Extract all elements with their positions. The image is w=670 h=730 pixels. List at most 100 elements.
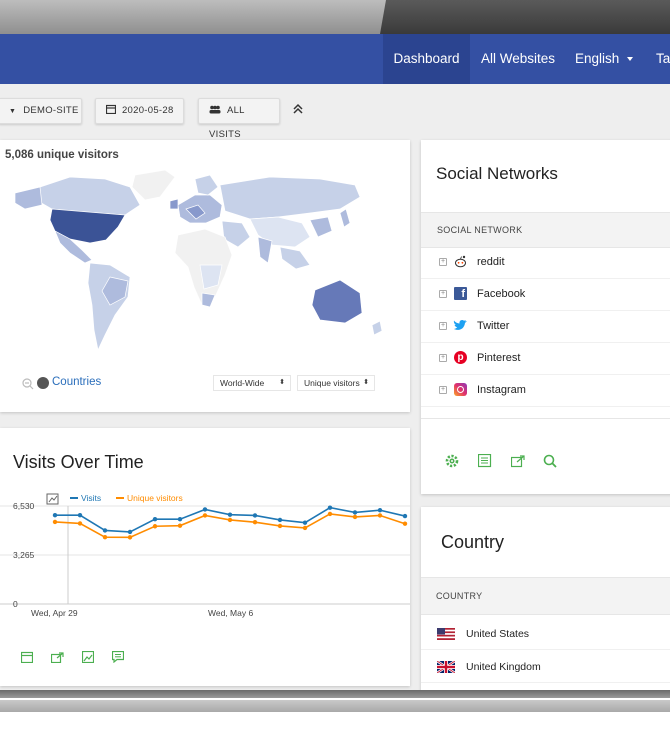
- y-tick-label: 3,265: [13, 550, 35, 560]
- x-tick-label: Wed, Apr 29: [31, 608, 78, 618]
- annotation-icon[interactable]: [111, 650, 125, 668]
- data-point[interactable]: [227, 517, 233, 523]
- data-point[interactable]: [102, 528, 108, 533]
- data-point[interactable]: [202, 513, 208, 518]
- laptop-bezel-top: [0, 0, 670, 34]
- chart-type-icon-line: [48, 495, 58, 503]
- site-selector[interactable]: ▼ DEMO-SITE: [0, 98, 82, 124]
- data-point[interactable]: [277, 517, 283, 523]
- map-headline: 5,086 unique visitors: [5, 149, 119, 161]
- countries-link[interactable]: Countries: [52, 376, 101, 388]
- data-point[interactable]: [302, 520, 308, 525]
- table-header: SOCIAL NETWORK: [421, 212, 670, 248]
- data-point[interactable]: [77, 521, 83, 526]
- nav-all-websites[interactable]: All Websites: [481, 34, 555, 84]
- expand-icon[interactable]: +: [439, 258, 447, 266]
- expand-icon[interactable]: +: [439, 386, 447, 394]
- legend-label[interactable]: Unique visitors: [127, 493, 183, 503]
- table-row[interactable]: United States: [421, 617, 670, 650]
- settings-icon[interactable]: [445, 454, 459, 473]
- caret-down-icon: [627, 57, 634, 62]
- data-point[interactable]: [177, 523, 183, 528]
- data-point[interactable]: [202, 507, 208, 512]
- x-tick-label: Wed, May 6: [208, 608, 253, 618]
- widget-title: Country: [441, 532, 505, 552]
- data-point[interactable]: [77, 512, 83, 518]
- data-point[interactable]: [252, 520, 258, 525]
- image-icon[interactable]: [81, 650, 95, 668]
- screen: Dashboard All Websites English Ta ▼ DEMO…: [0, 0, 670, 730]
- collapse-icon[interactable]: [292, 102, 304, 116]
- data-point[interactable]: [277, 523, 283, 529]
- reddit-icon: [454, 255, 467, 268]
- data-point[interactable]: [302, 525, 308, 531]
- export-icon[interactable]: [510, 454, 525, 473]
- data-point[interactable]: [352, 510, 358, 515]
- data-point[interactable]: [102, 535, 108, 540]
- data-point[interactable]: [377, 508, 383, 513]
- table-view-icon[interactable]: [477, 453, 492, 473]
- top-navbar: Dashboard All Websites English Ta: [0, 34, 670, 84]
- data-point[interactable]: [352, 514, 358, 520]
- data-point[interactable]: [152, 517, 158, 522]
- calendar-icon[interactable]: [20, 650, 34, 668]
- laptop-bezel-bottom: [0, 690, 670, 730]
- data-point[interactable]: [152, 524, 158, 529]
- data-point[interactable]: [327, 505, 333, 510]
- world-map[interactable]: [10, 165, 410, 375]
- table-row[interactable]: + Instagram: [421, 375, 670, 407]
- visits-over-time-widget: Visits Over Time 6,530 3,265 0 Wed, Apr 29 W…: [0, 428, 410, 686]
- calendar-icon: [105, 104, 117, 115]
- column-header: SOCIAL NETWORK: [437, 225, 523, 235]
- social-networks-widget: Social Networks SOCIAL NETWORK + reddit …: [421, 140, 670, 494]
- table-row[interactable]: United Kingdom: [421, 650, 670, 683]
- data-point[interactable]: [52, 519, 58, 525]
- series-line-1: [54, 513, 406, 539]
- legend-label[interactable]: Visits: [81, 493, 101, 503]
- data-point[interactable]: [177, 517, 183, 522]
- users-icon: [209, 105, 221, 114]
- region-select[interactable]: World-Wide ⬍: [213, 375, 291, 391]
- country-widget: Country COUNTRY United States United Kin…: [421, 507, 670, 697]
- sort-arrows-icon: ⬍: [363, 379, 369, 386]
- nav-language[interactable]: English: [575, 34, 634, 84]
- data-point[interactable]: [127, 535, 133, 540]
- data-point[interactable]: [402, 513, 408, 519]
- caret-down-icon: ▼: [9, 108, 17, 115]
- column-header: COUNTRY: [436, 591, 483, 601]
- data-point[interactable]: [327, 511, 333, 517]
- chart-legend: Visits Unique visitors: [46, 493, 183, 505]
- metric-select[interactable]: Unique visitors ⬍: [297, 375, 375, 391]
- nav-dashboard[interactable]: Dashboard: [383, 34, 470, 84]
- us-flag-icon: [437, 627, 455, 640]
- export-icon[interactable]: [50, 650, 64, 668]
- globe-icon: [37, 377, 49, 389]
- date-selector[interactable]: 2020-05-28: [95, 98, 184, 124]
- search-icon[interactable]: [543, 454, 557, 473]
- data-point[interactable]: [127, 529, 133, 535]
- segment-selector[interactable]: ALL VISITS: [198, 98, 280, 140]
- sort-arrows-icon: ⬍: [279, 379, 285, 386]
- data-point[interactable]: [227, 512, 233, 517]
- table-row[interactable]: + Twitter: [421, 311, 670, 343]
- table-header: COUNTRY: [421, 577, 670, 615]
- expand-icon[interactable]: +: [439, 290, 447, 298]
- data-point[interactable]: [252, 513, 258, 518]
- data-point[interactable]: [52, 512, 58, 518]
- widget-title: Social Networks: [436, 164, 558, 183]
- pinterest-icon: p: [454, 351, 467, 364]
- table-row[interactable]: + p Pinterest: [421, 343, 670, 375]
- expand-icon[interactable]: +: [439, 322, 447, 330]
- zoom-out-icon[interactable]: [22, 377, 34, 390]
- table-row[interactable]: + reddit: [421, 247, 670, 279]
- visitor-map-widget: 5,086 unique visitors Countries World-Wi…: [0, 140, 410, 412]
- facebook-icon: f: [454, 287, 467, 300]
- uk-flag-icon: [436, 660, 456, 674]
- data-point[interactable]: [377, 513, 383, 518]
- nav-tags[interactable]: Ta: [656, 34, 670, 84]
- twitter-icon: [453, 319, 468, 332]
- expand-icon[interactable]: +: [439, 354, 447, 362]
- instagram-icon: [454, 383, 467, 396]
- table-row[interactable]: + f Facebook: [421, 279, 670, 311]
- data-point[interactable]: [402, 521, 408, 526]
